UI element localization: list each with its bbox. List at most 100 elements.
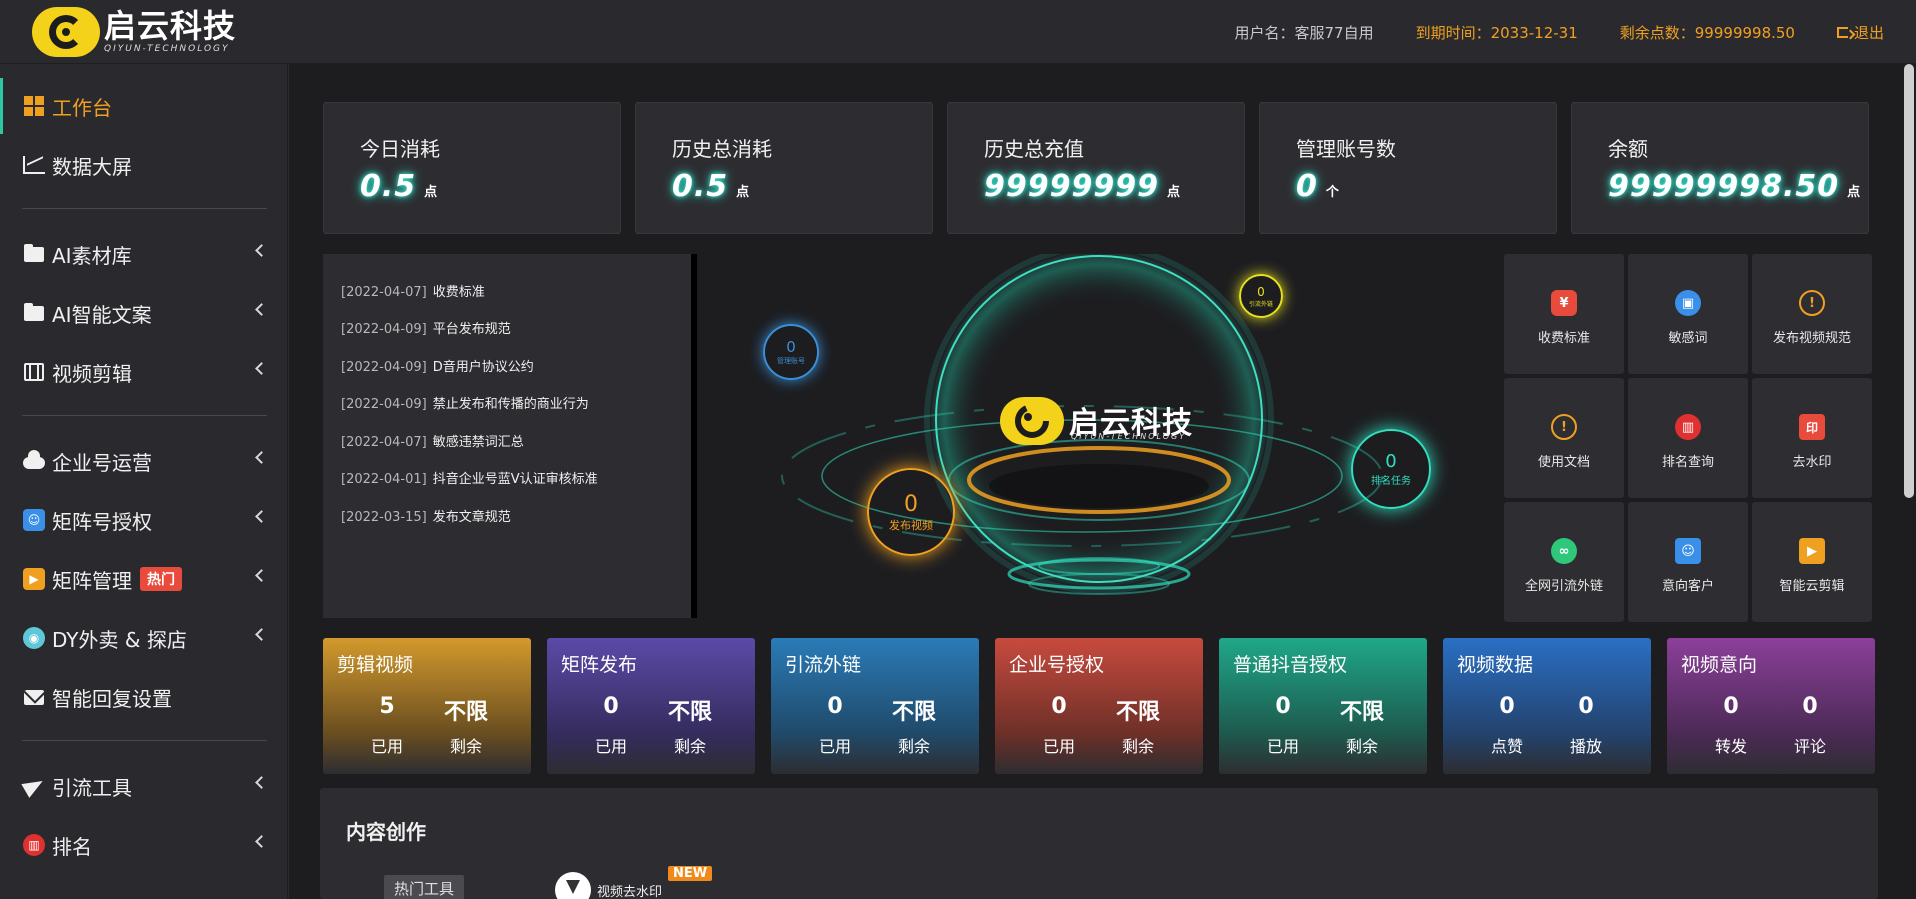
tile-label: 去水印 — [1792, 455, 1832, 470]
stat-label: 今日消耗 — [360, 137, 440, 161]
tile-label: 意向客户 — [1661, 579, 1714, 594]
sidebar-item-ai-materials[interactable]: AI素材库 — [0, 226, 288, 282]
hot-tools-tab[interactable]: 热门工具 — [384, 875, 464, 899]
sidebar-item-label: 矩阵管理 — [52, 568, 132, 593]
paper-plane-icon — [21, 774, 47, 798]
quota-card-video-editing[interactable]: 剪辑视频 5 不限 已用 剩余 — [323, 638, 531, 774]
tile-label: 智能云剪辑 — [1779, 579, 1845, 594]
notice-item[interactable]: [2022-04-09] 禁止发布和传播的商业行为 — [341, 393, 589, 412]
contact-icon: ☺ — [1675, 538, 1701, 564]
section-title: 内容创作 — [346, 820, 426, 844]
chevron-left-icon — [255, 628, 268, 641]
points-label: 剩余点数：99999998.50 — [1619, 24, 1795, 42]
quota-title: 矩阵发布 — [561, 654, 638, 676]
stat-label: 余额 — [1608, 137, 1648, 161]
orb-published-videos[interactable]: 0 发布视频 — [867, 468, 955, 556]
orb-managed-accounts[interactable]: 0 管理账号 — [763, 324, 819, 380]
sidebar-item-label: 企业号运营 — [52, 450, 152, 475]
sidebar-item-label: DY外卖 & 探店 — [52, 627, 187, 652]
quota-card-video-data[interactable]: 视频数据 0 0 点赞 播放 — [1443, 638, 1651, 774]
notice-item[interactable]: [2022-04-09] D音用户协议公约 — [341, 356, 534, 375]
chevron-left-icon — [255, 569, 268, 582]
quota-card-video-intent[interactable]: 视频意向 0 0 转发 评论 — [1667, 638, 1875, 774]
chevron-left-icon — [255, 362, 268, 375]
tile-label: 收费标准 — [1537, 331, 1590, 346]
quota-card-matrix-publish[interactable]: 矩阵发布 0 不限 已用 剩余 — [547, 638, 755, 774]
sidebar-item-matrix-auth[interactable]: ☺ 矩阵号授权 — [0, 492, 288, 548]
sidebar-item-enterprise-ops[interactable]: 企业号运营 — [0, 433, 288, 489]
quota-shares-value: 0 — [1723, 694, 1739, 719]
brand-logo[interactable]: 启云科技 QIYUN-TECHNOLOGY — [32, 7, 236, 57]
quota-remaining-label: 剩余 — [449, 737, 482, 756]
tile-pricing[interactable]: ¥ 收费标准 — [1504, 254, 1624, 374]
notice-item[interactable]: [2022-04-07] 敏感违禁词汇总 — [341, 431, 524, 450]
quota-card-douyin-auth[interactable]: 普通抖音授权 0 不限 已用 剩余 — [1219, 638, 1427, 774]
tool-video-watermark-removal[interactable]: 视频去水印 — [555, 872, 662, 899]
sidebar-item-ai-copywriting[interactable]: AI智能文案 — [0, 285, 288, 341]
notice-item[interactable]: [2022-04-09] 平台发布规范 — [341, 318, 511, 337]
sidebar-item-video-editing[interactable]: 视频剪辑 — [0, 344, 288, 400]
chevron-left-icon — [255, 303, 268, 316]
stat-value: 0个 — [1296, 169, 1340, 204]
quota-card-enterprise-auth[interactable]: 企业号授权 0 不限 已用 剩余 — [995, 638, 1203, 774]
tile-intent-customers[interactable]: ☺ 意向客户 — [1628, 502, 1748, 622]
quota-title: 剪辑视频 — [337, 654, 414, 676]
logout-label: 退出 — [1853, 24, 1884, 42]
content-creation-panel: 内容创作 热门工具 视频去水印 NEW — [320, 788, 1878, 899]
quota-title: 视频意向 — [1681, 654, 1758, 676]
orb-ranking-tasks[interactable]: 0 排名任务 — [1351, 429, 1431, 509]
sidebar-item-label: AI智能文案 — [52, 302, 152, 327]
logo-subtitle: QIYUN-TECHNOLOGY — [104, 44, 230, 54]
sidebar-item-data-screen[interactable]: 数据大屏 — [0, 137, 288, 193]
sidebar-divider — [22, 740, 267, 741]
page-scrollbar[interactable] — [1904, 64, 1914, 498]
logout-icon — [1836, 27, 1848, 38]
tile-docs[interactable]: ! 使用文档 — [1504, 378, 1624, 498]
tile-label: 排名查询 — [1661, 455, 1714, 470]
video-icon: ▶ — [22, 567, 46, 591]
sidebar-item-traffic-tools[interactable]: 引流工具 — [0, 758, 288, 814]
quota-used-value: 5 — [379, 694, 395, 719]
sidebar-item-ranking[interactable]: ▥ 排名 — [0, 817, 288, 873]
orb-value: 0 — [1257, 284, 1265, 299]
quota-card-traffic-links[interactable]: 引流外链 0 不限 已用 剩余 — [771, 638, 979, 774]
orb-traffic-links[interactable]: 0 引流外链 — [1239, 274, 1283, 318]
sidebar-item-workbench[interactable]: 工作台 — [0, 78, 288, 134]
tile-video-guidelines[interactable]: ! 发布视频规范 — [1752, 254, 1872, 374]
quota-remaining-value: 不限 — [891, 700, 936, 725]
sidebar-item-matrix-manage[interactable]: ▶ 矩阵管理 热门 — [0, 551, 288, 607]
quota-used-label: 已用 — [1266, 737, 1299, 756]
quota-used-label: 已用 — [370, 737, 403, 756]
tile-traffic-links[interactable]: ∞ 全网引流外链 — [1504, 502, 1624, 622]
new-badge: NEW — [668, 866, 713, 881]
stat-label: 历史总消耗 — [672, 137, 772, 161]
quota-shares-label: 转发 — [1714, 737, 1747, 756]
quota-title: 企业号授权 — [1009, 654, 1105, 676]
tile-sensitive-words[interactable]: ▣ 敏感词 — [1628, 254, 1748, 374]
tile-rank-query[interactable]: ▥ 排名查询 — [1628, 378, 1748, 498]
logo-title: 启云科技 — [104, 7, 237, 45]
expiry-label: 到期时间：2033-12-31 — [1415, 24, 1578, 42]
tool-logo-icon — [555, 872, 591, 899]
orb-label: 引流外链 — [1248, 300, 1273, 308]
notice-item[interactable]: [2022-04-07] 收费标准 — [341, 281, 485, 300]
tile-cloud-editing[interactable]: ▶ 智能云剪辑 — [1752, 502, 1872, 622]
quota-title: 视频数据 — [1457, 654, 1534, 676]
folder-icon — [22, 301, 46, 325]
notice-item[interactable]: [2022-03-15] 发布文章规范 — [341, 506, 511, 525]
notice-item[interactable]: [2022-04-01] 抖音企业号蓝V认证审核标准 — [341, 468, 598, 487]
tile-label: 全网引流外链 — [1524, 579, 1603, 594]
hero-logo-mark-icon — [1000, 397, 1064, 445]
windows-icon — [22, 94, 46, 118]
tile-watermark-removal[interactable]: 印 去水印 — [1752, 378, 1872, 498]
quota-remaining-value: 不限 — [1339, 700, 1384, 725]
chevron-left-icon — [255, 510, 268, 523]
sidebar-item-auto-reply[interactable]: 智能回复设置 — [0, 669, 288, 725]
stat-card-total-consumption: 历史总消耗 0.5 点 — [635, 102, 933, 234]
quota-remaining-label: 剩余 — [673, 737, 706, 756]
sidebar-item-dy-takeout[interactable]: ◉ DY外卖 & 探店 — [0, 610, 288, 666]
bar-chart-icon: ▥ — [22, 833, 46, 857]
logout-button[interactable]: 退出 — [1836, 22, 1884, 43]
tile-label: 使用文档 — [1537, 455, 1590, 470]
link-icon: ∞ — [1551, 538, 1577, 564]
